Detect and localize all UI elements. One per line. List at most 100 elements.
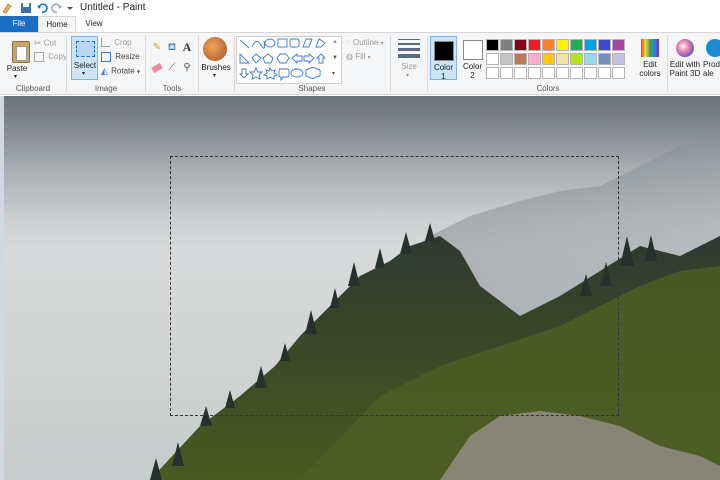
rotate-icon: ◭ bbox=[101, 66, 108, 76]
fill-bucket-icon[interactable]: ⛾ bbox=[166, 42, 178, 54]
brushes-button[interactable]: Brushes ▾ bbox=[200, 36, 232, 80]
palette-swatch[interactable] bbox=[486, 39, 499, 51]
paste-icon bbox=[12, 41, 30, 63]
magnifier-icon[interactable]: ⚲ bbox=[181, 62, 193, 74]
palette-swatch[interactable] bbox=[598, 53, 611, 65]
separator bbox=[427, 36, 428, 92]
chevron-down-icon: ▾ bbox=[380, 41, 384, 47]
palette-swatch[interactable] bbox=[584, 53, 597, 65]
separator bbox=[390, 36, 391, 92]
palette-swatch[interactable] bbox=[486, 67, 499, 79]
palette-swatch[interactable] bbox=[612, 53, 625, 65]
shapes-scroll-up-icon[interactable]: ▲ bbox=[332, 39, 338, 45]
selection-rectangle[interactable] bbox=[170, 156, 619, 416]
redo-icon[interactable] bbox=[51, 2, 63, 14]
separator bbox=[198, 36, 199, 92]
select-button[interactable]: Select ▾ bbox=[71, 36, 98, 80]
resize-icon bbox=[101, 52, 111, 62]
size-button[interactable]: Size ▾ bbox=[394, 36, 424, 80]
separator bbox=[66, 36, 67, 92]
title-bar: Untitled - Paint bbox=[0, 0, 720, 16]
palette-swatch[interactable] bbox=[584, 67, 597, 79]
undo-icon[interactable] bbox=[36, 2, 48, 14]
palette-swatch[interactable] bbox=[570, 67, 583, 79]
color2-label: Color bbox=[462, 62, 483, 71]
palette-swatch[interactable] bbox=[612, 39, 625, 51]
copy-button[interactable]: Copy bbox=[34, 52, 67, 62]
cut-label: Cut bbox=[43, 38, 57, 48]
resize-label: Resize bbox=[115, 52, 140, 62]
tools-group-label: Tools bbox=[162, 84, 182, 93]
color1-number: 1 bbox=[441, 72, 446, 81]
palette-swatch[interactable] bbox=[556, 67, 569, 79]
palette-swatch[interactable] bbox=[542, 39, 555, 51]
brush-icon bbox=[203, 37, 227, 61]
tab-file[interactable]: File bbox=[0, 16, 38, 32]
outline-button[interactable]: ◌ Outline ▾ bbox=[346, 38, 384, 47]
tab-home[interactable]: Home bbox=[38, 16, 76, 32]
palette-swatch[interactable] bbox=[528, 53, 541, 65]
palette-swatch[interactable] bbox=[556, 53, 569, 65]
palette-swatch[interactable] bbox=[500, 39, 513, 51]
rotate-button[interactable]: ◭ Rotate ▾ bbox=[101, 66, 140, 77]
shapes-scroll-down-icon[interactable]: ▼ bbox=[332, 55, 338, 61]
image-group-label: Image bbox=[94, 84, 118, 93]
save-icon[interactable] bbox=[20, 2, 32, 14]
outline-icon: ◌ bbox=[346, 38, 351, 47]
paste-button[interactable]: Paste ▾ bbox=[4, 36, 30, 80]
product-alert-button[interactable]: Prod ale bbox=[703, 36, 720, 78]
ribbon: Paste ▾ ✂ Cut Copy Clipboard Select ▾ Cr… bbox=[0, 32, 720, 95]
shapes-more-icon[interactable]: ▾ bbox=[332, 70, 335, 77]
text-tool-icon[interactable]: A bbox=[181, 41, 193, 53]
product-alert-label-line2: ale bbox=[703, 69, 714, 78]
drawing-canvas[interactable] bbox=[0, 96, 720, 480]
edit-colors-label-line2: colors bbox=[639, 69, 661, 78]
brushes-label: Brushes bbox=[201, 63, 231, 72]
palette-swatch[interactable] bbox=[612, 67, 625, 79]
crop-button[interactable]: Crop bbox=[101, 38, 132, 48]
crop-label: Crop bbox=[114, 38, 132, 47]
edit-with-paint3d-button[interactable]: Edit with Paint 3D bbox=[668, 36, 702, 78]
palette-swatch[interactable] bbox=[570, 39, 583, 51]
shapes-gallery[interactable] bbox=[236, 36, 342, 84]
eraser-icon[interactable] bbox=[151, 62, 163, 74]
tab-view[interactable]: View bbox=[76, 16, 112, 32]
copy-label: Copy bbox=[48, 52, 67, 62]
color-picker-icon[interactable]: ⟋ bbox=[166, 62, 178, 74]
color1-button[interactable]: Color 1 bbox=[430, 36, 457, 81]
palette-swatch[interactable] bbox=[486, 53, 499, 65]
palette-swatch[interactable] bbox=[514, 67, 527, 79]
chevron-down-icon: ▾ bbox=[213, 73, 217, 79]
separator bbox=[234, 36, 235, 92]
palette-swatch[interactable] bbox=[542, 67, 555, 79]
resize-button[interactable]: Resize bbox=[101, 52, 140, 62]
palette-swatch[interactable] bbox=[500, 53, 513, 65]
palette-swatch[interactable] bbox=[598, 39, 611, 51]
color2-swatch bbox=[462, 40, 483, 60]
palette-swatch[interactable] bbox=[542, 53, 555, 65]
customize-quick-access-icon[interactable] bbox=[66, 2, 74, 14]
paste-label: Paste bbox=[6, 64, 28, 73]
select-label: Select bbox=[73, 61, 97, 70]
shapes-group-label: Shapes bbox=[298, 84, 326, 93]
palette-swatch[interactable] bbox=[528, 39, 541, 51]
rotate-label: Rotate bbox=[111, 66, 135, 76]
paint3d-label-line1: Edit with bbox=[669, 60, 701, 69]
cut-button[interactable]: ✂ Cut bbox=[34, 38, 56, 49]
window-title: Untitled - Paint bbox=[80, 2, 146, 13]
palette-swatch[interactable] bbox=[584, 39, 597, 51]
palette-swatch[interactable] bbox=[514, 39, 527, 51]
fill-button[interactable]: ◍ Fill ▾ bbox=[346, 52, 371, 61]
palette-swatch[interactable] bbox=[500, 67, 513, 79]
color2-button[interactable]: Color 2 bbox=[459, 36, 486, 80]
size-label: Size bbox=[401, 62, 417, 71]
palette-swatch[interactable] bbox=[598, 67, 611, 79]
palette-swatch[interactable] bbox=[514, 53, 527, 65]
palette-swatch[interactable] bbox=[528, 67, 541, 79]
palette-swatch[interactable] bbox=[570, 53, 583, 65]
color1-label: Color bbox=[433, 63, 454, 72]
edit-colors-button[interactable]: Edit colors bbox=[634, 36, 666, 78]
palette-swatch[interactable] bbox=[556, 39, 569, 51]
pencil-icon[interactable]: ✎ bbox=[151, 42, 163, 54]
scissors-icon: ✂ bbox=[34, 38, 42, 48]
